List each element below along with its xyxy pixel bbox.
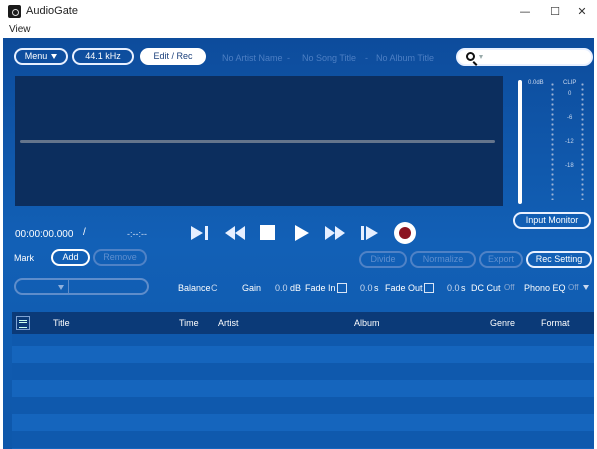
skip-to-start-icon[interactable] xyxy=(189,224,211,242)
chevron-down-icon xyxy=(51,54,58,60)
fade-in-unit: s xyxy=(374,283,379,293)
dc-cut-label: DC Cut xyxy=(471,283,501,293)
input-monitor-button[interactable]: Input Monitor xyxy=(513,212,591,229)
app-panel: Menu 44.1 kHz Edit / Rec No Artist Name … xyxy=(3,38,594,449)
skip-to-end-icon[interactable] xyxy=(359,224,381,242)
track-list-header: Title Time Artist Album Genre Format xyxy=(12,312,594,334)
title-bar: AudioGate — ☐ ✕ xyxy=(0,0,597,23)
meter-scale-18: -18 xyxy=(565,163,574,169)
meter-clip-label: CLIP xyxy=(563,80,577,86)
gain-label: Gain xyxy=(242,283,262,293)
fade-out-unit: s xyxy=(461,283,466,293)
dc-cut-value[interactable]: Off xyxy=(504,283,515,292)
column-time[interactable]: Time xyxy=(179,318,199,328)
column-format[interactable]: Format xyxy=(541,318,570,328)
song-title: No Song Title xyxy=(302,53,357,63)
minimize-button[interactable]: — xyxy=(510,0,540,23)
meter-scale-0: 0 xyxy=(568,91,572,97)
phono-eq-label: Phono EQ xyxy=(524,283,566,293)
waveform-display[interactable] xyxy=(15,76,503,206)
rewind-icon[interactable] xyxy=(223,224,247,242)
meter-scale-12: -12 xyxy=(565,139,574,145)
search-dropdown-icon[interactable] xyxy=(479,55,483,59)
meter-scale-6: -6 xyxy=(567,115,573,121)
column-genre[interactable]: Genre xyxy=(490,318,515,328)
chevron-down-icon[interactable] xyxy=(583,285,589,290)
record-button[interactable] xyxy=(394,222,416,244)
balance-value[interactable]: C xyxy=(211,283,218,293)
current-time: 00:00:00.000 xyxy=(15,229,74,240)
search-icon[interactable] xyxy=(466,52,475,61)
phono-eq-value[interactable]: Off xyxy=(568,283,579,292)
level-meter-right xyxy=(581,82,584,200)
app-logo-icon xyxy=(8,5,21,18)
export-button[interactable]: Export xyxy=(479,251,523,268)
maximize-button[interactable]: ☐ xyxy=(540,0,570,23)
add-mark-button[interactable]: Add xyxy=(51,249,90,266)
time-separator: / xyxy=(83,227,86,238)
rec-setting-button[interactable]: Rec Setting xyxy=(526,251,592,268)
column-title[interactable]: Title xyxy=(53,318,70,328)
info-separator: - xyxy=(287,53,290,63)
column-artist[interactable]: Artist xyxy=(218,318,239,328)
play-icon[interactable] xyxy=(293,224,311,242)
menu-dropdown-label: Menu xyxy=(24,51,48,61)
close-button[interactable]: ✕ xyxy=(567,0,597,23)
fade-in-checkbox[interactable] xyxy=(337,283,347,293)
remove-mark-button[interactable]: Remove xyxy=(93,249,147,266)
input-level-slider[interactable] xyxy=(518,80,522,204)
fade-out-label: Fade Out xyxy=(385,283,423,293)
mark-select-combo[interactable] xyxy=(14,278,149,295)
window-title: AudioGate xyxy=(26,5,78,17)
waveform-line xyxy=(20,140,495,143)
fade-out-value[interactable]: 0.0 xyxy=(447,283,460,293)
info-separator: - xyxy=(365,53,368,63)
search-input[interactable] xyxy=(456,48,593,66)
column-menu-icon[interactable] xyxy=(16,316,30,330)
balance-label: Balance xyxy=(178,283,211,293)
column-album[interactable]: Album xyxy=(354,318,380,328)
gain-value[interactable]: 0.0 xyxy=(275,283,288,293)
artist-name: No Artist Name xyxy=(222,53,283,63)
menu-view[interactable]: View xyxy=(9,24,31,35)
menu-bar: View xyxy=(0,23,597,37)
divide-button[interactable]: Divide xyxy=(359,251,407,268)
fast-forward-icon[interactable] xyxy=(323,224,347,242)
stop-icon[interactable] xyxy=(260,225,276,241)
level-meter-left xyxy=(551,82,554,200)
meter-db-label: 0.0dB xyxy=(528,80,544,86)
edit-rec-toggle[interactable]: Edit / Rec xyxy=(140,48,206,65)
menu-dropdown[interactable]: Menu xyxy=(14,48,68,65)
mark-label: Mark xyxy=(14,253,34,263)
sample-rate-button[interactable]: 44.1 kHz xyxy=(72,48,134,65)
normalize-button[interactable]: Normalize xyxy=(410,251,476,268)
fade-in-label: Fade In xyxy=(305,283,336,293)
combo-divider xyxy=(68,280,69,293)
gain-unit: dB xyxy=(290,283,302,293)
chevron-down-icon[interactable] xyxy=(58,285,64,290)
fade-in-value[interactable]: 0.0 xyxy=(360,283,373,293)
album-title: No Album Title xyxy=(376,53,435,63)
total-duration: -:--:-- xyxy=(127,229,147,239)
fade-out-checkbox[interactable] xyxy=(424,283,434,293)
